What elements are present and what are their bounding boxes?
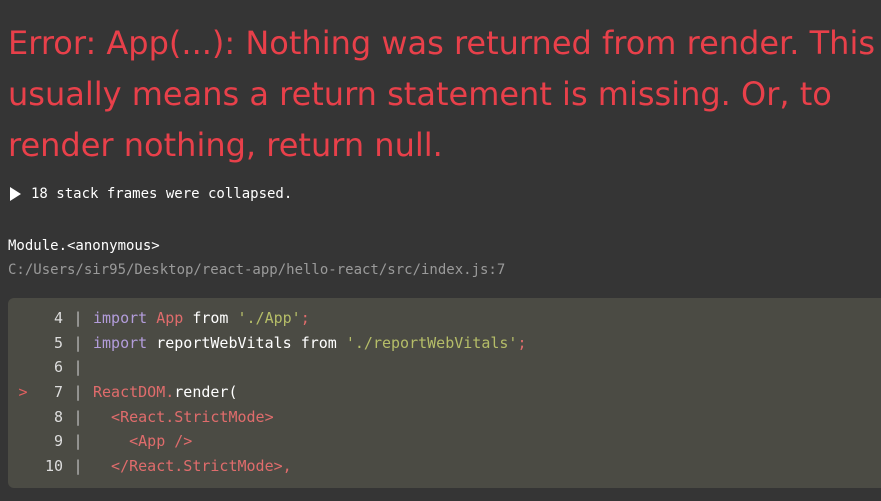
line-number: 4 xyxy=(53,309,63,327)
code-line: 4 | import App from './App'; xyxy=(8,306,881,331)
gutter-divider: | xyxy=(73,432,83,451)
code-token: import xyxy=(93,309,157,327)
code-line: 6 | xyxy=(8,355,881,380)
code-token: ; xyxy=(517,333,527,352)
error-message: Error: App(...): Nothing was returned fr… xyxy=(8,24,875,164)
current-line-marker-icon xyxy=(8,405,38,430)
code-token: from xyxy=(192,309,238,327)
code-line: 9 | <App /> xyxy=(8,429,881,454)
code-token: import xyxy=(93,333,157,352)
current-line-marker-icon: > xyxy=(18,383,28,402)
current-line-marker-icon xyxy=(8,331,38,356)
gutter-divider: | xyxy=(73,309,83,327)
code-snippet: 4 | import App from './App'; 5 | import repor… xyxy=(8,298,881,488)
code-line: >7 | ReactDOM.render( xyxy=(8,380,881,405)
code-token: <App /> xyxy=(93,432,193,451)
code-token: ReactDOM. xyxy=(93,383,175,402)
code-token: './reportWebVitals' xyxy=(345,333,518,352)
code-token: render( xyxy=(174,383,238,402)
collapsed-frames-toggle[interactable]: 18 stack frames were collapsed. xyxy=(10,186,292,202)
gutter-divider: | xyxy=(73,457,83,476)
gutter-divider: | xyxy=(73,383,83,402)
code-line: 8 | <React.StrictMode> xyxy=(8,405,881,430)
current-line-marker-icon xyxy=(8,355,38,380)
line-number: 8 xyxy=(53,407,63,426)
code-token: App xyxy=(156,309,193,327)
frame-function: Module.<anonymous> xyxy=(8,238,160,254)
code-text: import reportWebVitals from './reportWeb… xyxy=(93,331,527,356)
expand-triangle-icon xyxy=(10,187,21,201)
code-text: <App /> xyxy=(93,429,192,454)
line-number: 9 xyxy=(53,432,63,451)
line-number: 5 xyxy=(53,333,63,352)
line-number: 10 xyxy=(44,457,63,476)
current-line-marker-icon xyxy=(8,429,38,454)
code-token: <React.StrictMode> xyxy=(93,407,274,426)
frame-location[interactable]: C:/Users/sir95/Desktop/react-app/hello-r… xyxy=(8,262,505,278)
code-token: reportWebVitals from xyxy=(156,333,346,352)
code-line: 5 | import reportWebVitals from './reportW… xyxy=(8,331,881,356)
collapsed-frames-label: 18 stack frames were collapsed. xyxy=(31,186,293,202)
code-text: <React.StrictMode> xyxy=(93,405,274,430)
gutter-divider: | xyxy=(73,407,83,426)
code-text: ReactDOM.render( xyxy=(93,380,238,405)
current-line-marker-icon xyxy=(8,454,38,479)
code-token: ; xyxy=(300,309,310,327)
gutter-divider: | xyxy=(73,333,83,352)
code-token: './App' xyxy=(237,309,301,327)
code-text: import App from './App'; xyxy=(93,306,310,331)
code-text: </React.StrictMode>, xyxy=(93,454,292,479)
gutter-divider: | xyxy=(73,358,83,377)
current-line-marker-icon xyxy=(8,306,38,331)
line-number: 6 xyxy=(53,358,63,377)
code-line: 10 | </React.StrictMode>, xyxy=(8,454,881,479)
line-number: 7 xyxy=(53,383,63,402)
code-token: </React.StrictMode>, xyxy=(93,457,292,476)
